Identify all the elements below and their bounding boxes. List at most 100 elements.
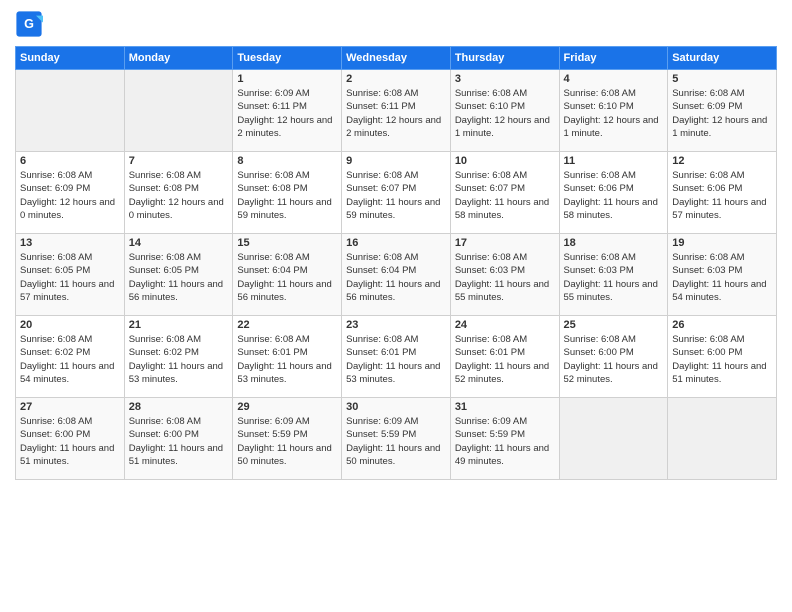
day-number: 19 [672, 237, 772, 249]
day-info: Sunrise: 6:08 AMSunset: 6:05 PMDaylight:… [20, 251, 120, 304]
day-cell: 2 Sunrise: 6:08 AMSunset: 6:11 PMDaylight… [342, 70, 451, 152]
day-info: Sunrise: 6:08 AMSunset: 6:03 PMDaylight:… [564, 251, 664, 304]
week-row-5: 27 Sunrise: 6:08 AMSunset: 6:00 PMDayligh… [16, 398, 777, 480]
week-row-1: 1 Sunrise: 6:09 AMSunset: 6:11 PMDaylight… [16, 70, 777, 152]
logo: G [15, 10, 45, 38]
day-info: Sunrise: 6:08 AMSunset: 6:09 PMDaylight:… [20, 169, 120, 222]
day-cell: 31 Sunrise: 6:09 AMSunset: 5:59 PMDayligh… [450, 398, 559, 480]
day-info: Sunrise: 6:08 AMSunset: 6:08 PMDaylight:… [129, 169, 229, 222]
day-cell [124, 70, 233, 152]
day-cell: 21Sunrise: 6:08 AMSunset: 6:02 PMDayligh… [124, 316, 233, 398]
day-cell: 18 Sunrise: 6:08 AMSunset: 6:03 PMDayligh… [559, 234, 668, 316]
header-sunday: Sunday [16, 47, 125, 70]
day-cell: 4Sunrise: 6:08 AMSunset: 6:10 PMDaylight… [559, 70, 668, 152]
day-number: 21 [129, 319, 229, 331]
day-info: Sunrise: 6:08 AMSunset: 6:07 PMDaylight:… [346, 169, 446, 222]
day-cell: 27Sunrise: 6:08 AMSunset: 6:00 PMDayligh… [16, 398, 125, 480]
day-number: 11 [564, 155, 664, 167]
day-number: 27 [20, 401, 120, 413]
day-cell: 14 Sunrise: 6:08 AMSunset: 6:05 PMDayligh… [124, 234, 233, 316]
day-cell: 5 Sunrise: 6:08 AMSunset: 6:09 PMDaylight… [668, 70, 777, 152]
day-number: 13 [20, 237, 120, 249]
day-cell: 26Sunrise: 6:08 AMSunset: 6:00 PMDayligh… [668, 316, 777, 398]
day-number: 17 [455, 237, 555, 249]
day-cell: 7 Sunrise: 6:08 AMSunset: 6:08 PMDaylight… [124, 152, 233, 234]
day-cell: 13 Sunrise: 6:08 AMSunset: 6:05 PMDayligh… [16, 234, 125, 316]
day-number: 12 [672, 155, 772, 167]
day-info: Sunrise: 6:08 AMSunset: 6:06 PMDaylight:… [672, 169, 772, 222]
day-info: Sunrise: 6:08 AMSunset: 6:01 PMDaylight:… [346, 333, 446, 386]
day-number: 28 [129, 401, 229, 413]
day-info: Sunrise: 6:08 AMSunset: 6:00 PMDaylight:… [564, 333, 664, 386]
week-row-3: 13 Sunrise: 6:08 AMSunset: 6:05 PMDayligh… [16, 234, 777, 316]
logo-icon: G [15, 10, 43, 38]
header-tuesday: Tuesday [233, 47, 342, 70]
day-cell: 17Sunrise: 6:08 AMSunset: 6:03 PMDayligh… [450, 234, 559, 316]
day-info: Sunrise: 6:08 AMSunset: 6:04 PMDaylight:… [237, 251, 337, 304]
day-cell: 22Sunrise: 6:08 AMSunset: 6:01 PMDayligh… [233, 316, 342, 398]
day-number: 14 [129, 237, 229, 249]
day-info: Sunrise: 6:09 AMSunset: 5:59 PMDaylight:… [237, 415, 337, 468]
day-cell: 20 Sunrise: 6:08 AMSunset: 6:02 PMDayligh… [16, 316, 125, 398]
day-info: Sunrise: 6:08 AMSunset: 6:09 PMDaylight:… [672, 87, 772, 140]
day-info: Sunrise: 6:08 AMSunset: 6:01 PMDaylight:… [237, 333, 337, 386]
day-number: 2 [346, 73, 446, 85]
day-info: Sunrise: 6:09 AMSunset: 5:59 PMDaylight:… [455, 415, 555, 468]
day-cell [559, 398, 668, 480]
day-cell: 28 Sunrise: 6:08 AMSunset: 6:00 PMDayligh… [124, 398, 233, 480]
day-cell: 29Sunrise: 6:09 AMSunset: 5:59 PMDayligh… [233, 398, 342, 480]
day-number: 25 [564, 319, 664, 331]
day-cell: 15 Sunrise: 6:08 AMSunset: 6:04 PMDayligh… [233, 234, 342, 316]
day-number: 6 [20, 155, 120, 167]
day-info: Sunrise: 6:08 AMSunset: 6:00 PMDaylight:… [672, 333, 772, 386]
day-info: Sunrise: 6:09 AMSunset: 5:59 PMDaylight:… [346, 415, 446, 468]
header: G [15, 10, 777, 38]
day-number: 3 [455, 73, 555, 85]
day-cell: 16Sunrise: 6:08 AMSunset: 6:04 PMDayligh… [342, 234, 451, 316]
day-number: 16 [346, 237, 446, 249]
header-wednesday: Wednesday [342, 47, 451, 70]
day-cell: 23 Sunrise: 6:08 AMSunset: 6:01 PMDayligh… [342, 316, 451, 398]
day-cell: 10Sunrise: 6:08 AMSunset: 6:07 PMDayligh… [450, 152, 559, 234]
calendar-table: SundayMondayTuesdayWednesdayThursdayFrid… [15, 46, 777, 480]
day-cell: 3 Sunrise: 6:08 AMSunset: 6:10 PMDaylight… [450, 70, 559, 152]
day-number: 5 [672, 73, 772, 85]
day-number: 1 [237, 73, 337, 85]
day-cell [16, 70, 125, 152]
day-info: Sunrise: 6:08 AMSunset: 6:05 PMDaylight:… [129, 251, 229, 304]
day-cell: 1 Sunrise: 6:09 AMSunset: 6:11 PMDaylight… [233, 70, 342, 152]
day-number: 18 [564, 237, 664, 249]
svg-text:G: G [24, 17, 34, 31]
week-row-2: 6 Sunrise: 6:08 AMSunset: 6:09 PMDaylight… [16, 152, 777, 234]
day-number: 20 [20, 319, 120, 331]
day-info: Sunrise: 6:08 AMSunset: 6:02 PMDaylight:… [20, 333, 120, 386]
day-cell: 30Sunrise: 6:09 AMSunset: 5:59 PMDayligh… [342, 398, 451, 480]
day-cell [668, 398, 777, 480]
day-number: 15 [237, 237, 337, 249]
header-monday: Monday [124, 47, 233, 70]
day-info: Sunrise: 6:08 AMSunset: 6:10 PMDaylight:… [455, 87, 555, 140]
day-info: Sunrise: 6:08 AMSunset: 6:11 PMDaylight:… [346, 87, 446, 140]
day-number: 9 [346, 155, 446, 167]
day-cell: 11 Sunrise: 6:08 AMSunset: 6:06 PMDayligh… [559, 152, 668, 234]
day-number: 24 [455, 319, 555, 331]
day-info: Sunrise: 6:08 AMSunset: 6:01 PMDaylight:… [455, 333, 555, 386]
day-info: Sunrise: 6:09 AMSunset: 6:11 PMDaylight:… [237, 87, 337, 140]
day-number: 31 [455, 401, 555, 413]
day-number: 7 [129, 155, 229, 167]
day-info: Sunrise: 6:08 AMSunset: 6:00 PMDaylight:… [129, 415, 229, 468]
day-cell: 19Sunrise: 6:08 AMSunset: 6:03 PMDayligh… [668, 234, 777, 316]
day-info: Sunrise: 6:08 AMSunset: 6:08 PMDaylight:… [237, 169, 337, 222]
day-cell: 6 Sunrise: 6:08 AMSunset: 6:09 PMDaylight… [16, 152, 125, 234]
day-number: 8 [237, 155, 337, 167]
day-number: 23 [346, 319, 446, 331]
day-cell: 25 Sunrise: 6:08 AMSunset: 6:00 PMDayligh… [559, 316, 668, 398]
calendar-container: G SundayMondayTuesdayWednesdayThursdayFr… [0, 0, 792, 490]
day-info: Sunrise: 6:08 AMSunset: 6:07 PMDaylight:… [455, 169, 555, 222]
header-friday: Friday [559, 47, 668, 70]
day-info: Sunrise: 6:08 AMSunset: 6:06 PMDaylight:… [564, 169, 664, 222]
day-cell: 12 Sunrise: 6:08 AMSunset: 6:06 PMDayligh… [668, 152, 777, 234]
day-cell: 24 Sunrise: 6:08 AMSunset: 6:01 PMDayligh… [450, 316, 559, 398]
day-cell: 9 Sunrise: 6:08 AMSunset: 6:07 PMDaylight… [342, 152, 451, 234]
day-info: Sunrise: 6:08 AMSunset: 6:10 PMDaylight:… [564, 87, 664, 140]
